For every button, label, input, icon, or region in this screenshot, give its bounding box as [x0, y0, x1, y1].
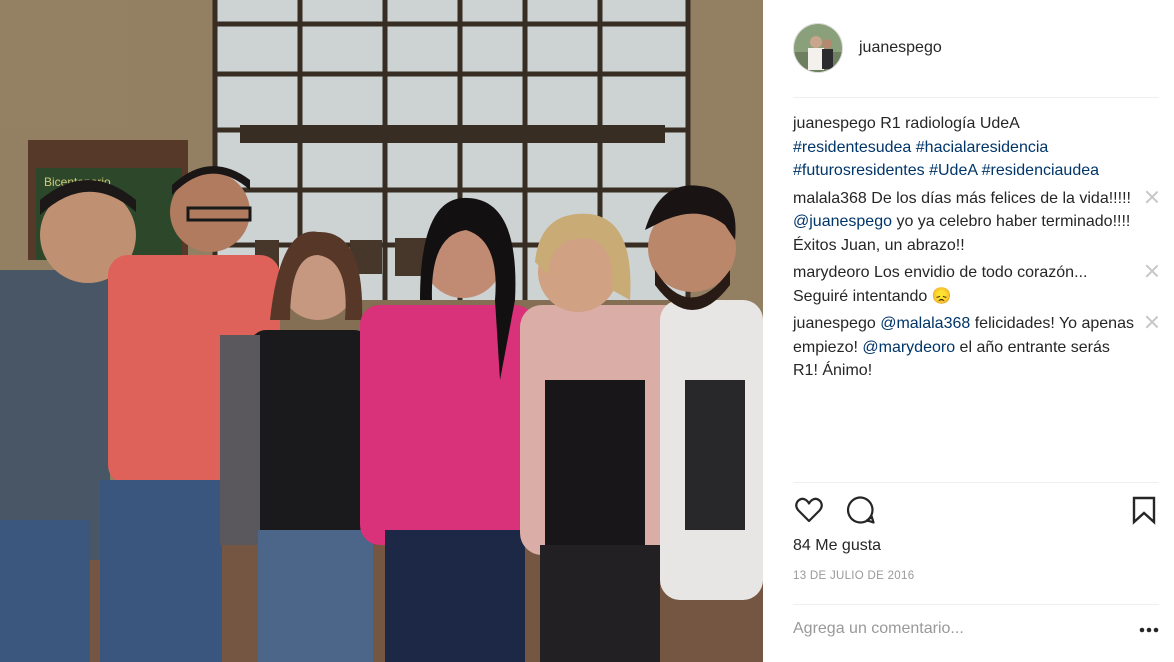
more-options-icon[interactable]: [1137, 621, 1161, 639]
save-button[interactable]: [1129, 494, 1163, 528]
comment: juanespego @malala368 felicidades! Yo ap…: [793, 312, 1159, 383]
comment-text: De los días más felices de la vida!!!!!: [871, 189, 1131, 207]
comment-mention[interactable]: @malala368: [880, 315, 970, 332]
close-icon[interactable]: [1145, 190, 1159, 204]
close-icon[interactable]: [1145, 264, 1159, 278]
caption-username[interactable]: juanespego: [793, 115, 876, 132]
post-header: juanespego: [793, 22, 942, 74]
comment-mention[interactable]: @juanespego: [793, 213, 892, 230]
add-comment-input[interactable]: Agrega un comentario...: [793, 620, 964, 638]
avatar[interactable]: [793, 23, 843, 73]
comment-mention[interactable]: @marydeoro: [862, 339, 955, 356]
close-icon[interactable]: [1145, 315, 1159, 329]
sad-emoji-icon: 😞: [931, 287, 952, 305]
hashtag[interactable]: #futurosresidentes: [793, 162, 925, 179]
actions-divider: [793, 482, 1159, 483]
post-photo[interactable]: Bicentenario: [0, 0, 763, 662]
header-username[interactable]: juanespego: [859, 39, 942, 57]
comment-button[interactable]: [845, 494, 879, 528]
comment: malala368 De los días más felices de la …: [793, 187, 1159, 258]
comment-divider: [793, 604, 1159, 605]
like-button[interactable]: [793, 494, 827, 528]
hashtag[interactable]: #residenciaudea: [982, 162, 1099, 179]
bookmark-icon: [1132, 496, 1156, 525]
comment-username[interactable]: juanespego: [793, 315, 876, 332]
caption: juanespego R1 radiología UdeA #residente…: [793, 112, 1159, 183]
caption-text: R1 radiología UdeA: [880, 115, 1020, 132]
comment-icon: [846, 496, 875, 524]
hashtag[interactable]: #UdeA: [929, 162, 977, 179]
comment-username[interactable]: malala368: [793, 190, 867, 207]
comments-list: juanespego R1 radiología UdeA #residente…: [793, 112, 1159, 387]
header-divider: [793, 97, 1159, 98]
comment-username[interactable]: marydeoro: [793, 264, 869, 281]
post-date: 13 DE JULIO DE 2016: [793, 570, 915, 582]
hashtag[interactable]: #residentesudea: [793, 139, 911, 156]
comment: marydeoro Los envidio de todo corazón...…: [793, 261, 1159, 308]
post-sidebar: juanespego juanespego R1 radiología UdeA…: [763, 0, 1174, 662]
likes-count[interactable]: 84 Me gusta: [793, 537, 881, 555]
heart-icon: [795, 497, 823, 523]
action-bar: [793, 494, 1159, 528]
hashtag[interactable]: #hacialaresidencia: [916, 139, 1049, 156]
